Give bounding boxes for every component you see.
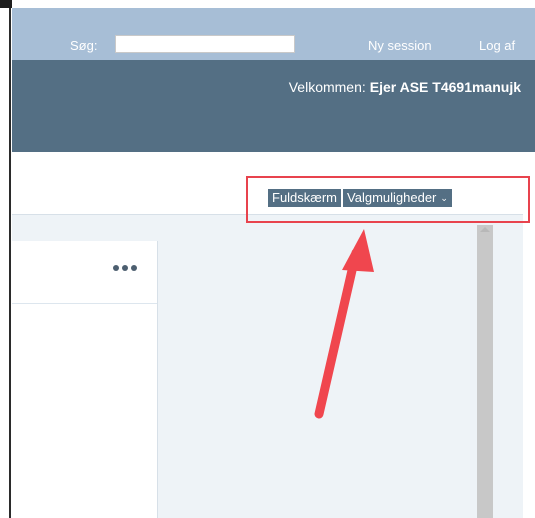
- fullscreen-button[interactable]: Fuldskærm: [268, 189, 342, 207]
- more-options-icon[interactable]: [113, 265, 141, 275]
- options-menu-button[interactable]: Valgmuligheder ⌄: [343, 189, 452, 207]
- user-name: Ejer ASE T4691manujk: [369, 79, 521, 95]
- welcome-label: Velkommen:: [288, 79, 366, 95]
- scroll-up-icon[interactable]: [480, 227, 490, 232]
- app-shell: Søg: Ny session Log af Velkommen: Ejer AS…: [12, 0, 535, 518]
- view-buttons: Fuldskærm Valgmuligheder ⌄: [268, 189, 452, 207]
- chevron-down-icon: ⌄: [440, 193, 448, 203]
- options-button-label: Valgmuligheder: [347, 190, 437, 205]
- new-session-link[interactable]: Ny session: [368, 38, 432, 53]
- workspace-right-edge: [523, 214, 535, 518]
- top-bar: Søg: Ny session Log af: [12, 8, 535, 60]
- dashboard-workspace: [12, 214, 523, 518]
- dashboard-card: [12, 241, 158, 518]
- window-left-frame-line: [9, 0, 11, 518]
- logout-link[interactable]: Log af: [479, 38, 515, 53]
- welcome-message: Velkommen: Ejer ASE T4691manujk: [289, 79, 521, 95]
- header-band: Velkommen: Ejer ASE T4691manujk: [12, 60, 535, 152]
- options-bar: Fuldskærm Valgmuligheder ⌄: [12, 152, 535, 214]
- card-header: [12, 241, 157, 304]
- search-label: Søg:: [70, 38, 98, 53]
- search-input[interactable]: [115, 35, 295, 53]
- vertical-scrollbar[interactable]: [477, 225, 493, 518]
